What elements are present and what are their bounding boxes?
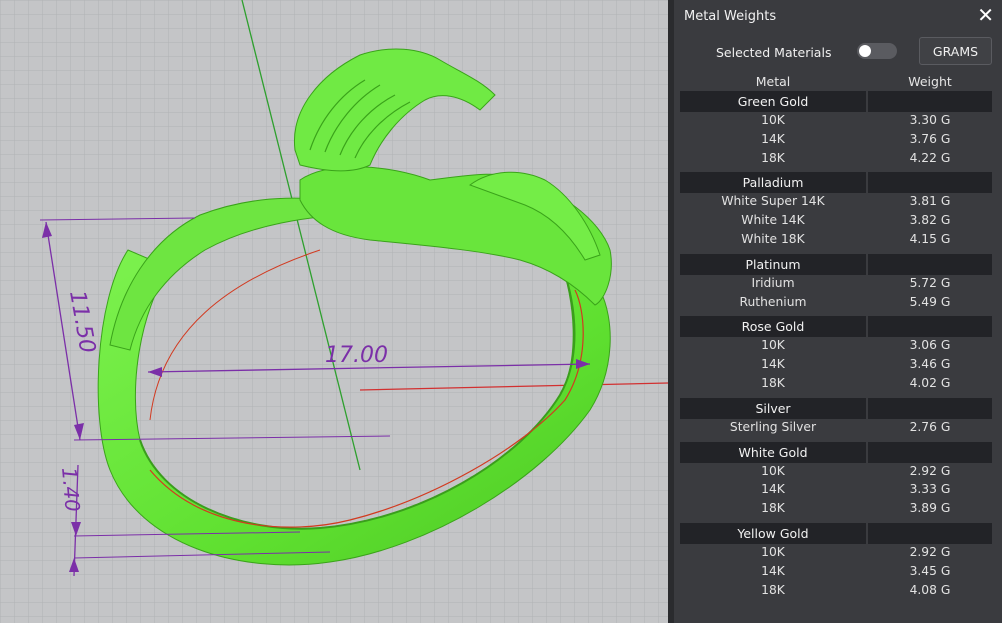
metal-cell: 18K (761, 582, 785, 597)
toggle-knob (859, 45, 871, 57)
group-name: Rose Gold (680, 316, 866, 338)
group-header-weight-cell (868, 441, 992, 463)
metal-cell: 10K (761, 338, 785, 353)
weight-cell: 3.06 G (909, 338, 951, 353)
table-row: Ruthenium 5.49 G (680, 294, 992, 313)
metal-cell: 14K (761, 131, 785, 146)
table-row: 18K 4.02 G (680, 375, 992, 394)
weight-cell: 2.76 G (909, 419, 951, 434)
table-row: 14K 3.45 G (680, 563, 992, 582)
metal-weights-table: Green Gold 10K 3.30 G 14K 3.76 G 18K 4.22 G Pal… (680, 91, 992, 600)
group-name: Yellow Gold (680, 522, 866, 544)
weight-cell: 3.89 G (909, 501, 951, 516)
viewport-canvas[interactable]: 17.00 11.50 1.40 (0, 0, 668, 623)
metal-cell: White 18K (741, 231, 805, 246)
group-header: Rose Gold (680, 316, 992, 338)
weight-cell: 4.02 G (909, 375, 951, 390)
group-header: Platinum (680, 253, 992, 275)
3d-viewport[interactable]: 17.00 11.50 1.40 (0, 0, 668, 623)
group-header: Green Gold (680, 91, 992, 112)
metal-cell: Ruthenium (739, 294, 807, 309)
column-header-metal: Metal (755, 74, 791, 89)
group-header-weight-cell (868, 253, 992, 275)
width-dimension-label: 17.00 (325, 343, 388, 368)
table-row: 10K 3.06 G (680, 337, 992, 356)
group-name: Green Gold (680, 91, 866, 112)
selected-materials-toggle[interactable] (857, 43, 897, 59)
weight-cell: 4.08 G (909, 582, 951, 597)
metal-cell: 14K (761, 482, 785, 497)
table-row: 18K 3.89 G (680, 500, 992, 519)
weight-cell: 3.33 G (909, 482, 951, 497)
close-icon[interactable]: ✕ (977, 4, 994, 26)
metal-cell: 10K (761, 463, 785, 478)
table-row: White 14K 3.82 G (680, 212, 992, 231)
metal-cell: Sterling Silver (729, 419, 817, 434)
table-row: 14K 3.46 G (680, 356, 992, 375)
weight-cell: 3.76 G (909, 131, 951, 146)
weight-cell: 3.46 G (909, 357, 951, 372)
metal-cell: 18K (761, 501, 785, 516)
table-row: 14K 3.76 G (680, 131, 992, 150)
group-header: Silver (680, 397, 992, 419)
weight-cell: 4.15 G (909, 231, 951, 246)
table-row: Iridium 5.72 G (680, 275, 992, 294)
group-header: Palladium (680, 172, 992, 194)
weight-cell: 3.30 G (909, 113, 951, 127)
group-name: Platinum (680, 253, 866, 275)
table-row: 10K 3.30 G (680, 112, 992, 131)
group-name: Palladium (680, 172, 866, 194)
group-name: Silver (680, 397, 866, 419)
weight-cell: 2.92 G (909, 463, 951, 478)
table-row: 14K 3.33 G (680, 481, 992, 500)
column-header-weight: Weight (908, 74, 952, 89)
units-button[interactable]: GRAMS (919, 37, 992, 65)
metal-cell: Iridium (751, 275, 795, 290)
group-header-weight-cell (868, 397, 992, 419)
panel-title: Metal Weights (684, 9, 777, 24)
metal-cell: 14K (761, 357, 785, 372)
metal-cell: 18K (761, 375, 785, 390)
group-header-weight-cell (868, 522, 992, 544)
metal-cell: 18K (761, 150, 785, 165)
metal-cell: 10K (761, 544, 785, 559)
table-row: White 18K 4.15 G (680, 231, 992, 250)
group-header: White Gold (680, 441, 992, 463)
group-header-weight-cell (868, 316, 992, 338)
metal-cell: 14K (761, 563, 785, 578)
weight-cell: 5.72 G (909, 275, 951, 290)
table-row: 18K 4.22 G (680, 150, 992, 169)
metal-weights-panel: Metal Weights ✕ Selected Materials GRAMS… (674, 0, 1002, 623)
weight-cell: 3.45 G (909, 563, 951, 578)
table-row: 18K 4.08 G (680, 582, 992, 601)
panel-header: Metal Weights ✕ (674, 0, 1002, 34)
weight-cell: 2.92 G (909, 544, 951, 559)
thickness-dimension-label: 1.40 (57, 466, 85, 512)
table-row: 10K 2.92 G (680, 544, 992, 563)
group-header: Yellow Gold (680, 522, 992, 544)
table-row: 10K 2.92 G (680, 463, 992, 482)
group-header-weight-cell (868, 91, 992, 112)
weight-cell: 5.49 G (909, 294, 951, 309)
group-name: White Gold (680, 441, 866, 463)
metal-cell: White 14K (741, 213, 805, 228)
table-row: Sterling Silver 2.76 G (680, 419, 992, 438)
group-header-weight-cell (868, 172, 992, 194)
weight-cell: 4.22 G (909, 150, 951, 165)
weight-cell: 3.81 G (909, 194, 951, 209)
metal-cell: White Super 14K (721, 194, 825, 209)
weight-cell: 3.82 G (909, 213, 951, 228)
metal-cell: 10K (761, 113, 785, 127)
table-row: White Super 14K 3.81 G (680, 193, 992, 212)
selected-materials-label: Selected Materials (716, 45, 832, 60)
